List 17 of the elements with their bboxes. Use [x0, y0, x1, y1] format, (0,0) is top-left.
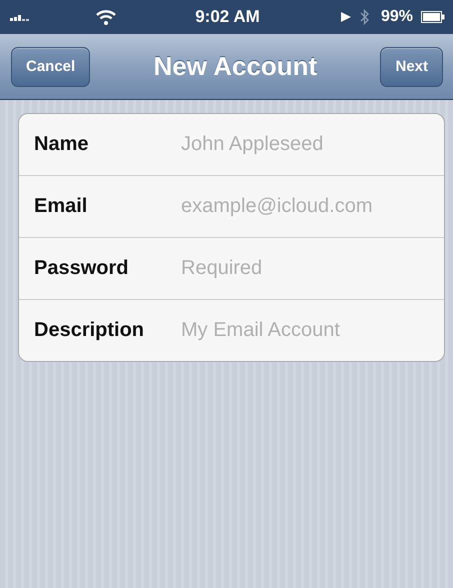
field-label: Description [34, 319, 146, 342]
wifi-icon [96, 10, 116, 24]
input-field[interactable]: example@icloud.com [181, 193, 444, 220]
battery-icon [421, 11, 445, 23]
next-button[interactable]: Next [380, 46, 443, 86]
input-field[interactable]: John Appleseed [181, 131, 444, 158]
input-field[interactable]: My Email Account [181, 317, 444, 344]
cancel-button[interactable]: Cancel [11, 46, 90, 86]
input-field[interactable]: Required [181, 255, 444, 282]
nav-title: New Account [153, 51, 318, 82]
field-label: Password [34, 257, 130, 280]
play-icon [340, 11, 352, 23]
status-time: 9:02 AM [195, 7, 260, 27]
battery-percent: 99% [380, 8, 413, 26]
bluetooth-icon [360, 9, 369, 25]
field-label: Name [34, 133, 90, 156]
field-label: Email [34, 195, 88, 218]
